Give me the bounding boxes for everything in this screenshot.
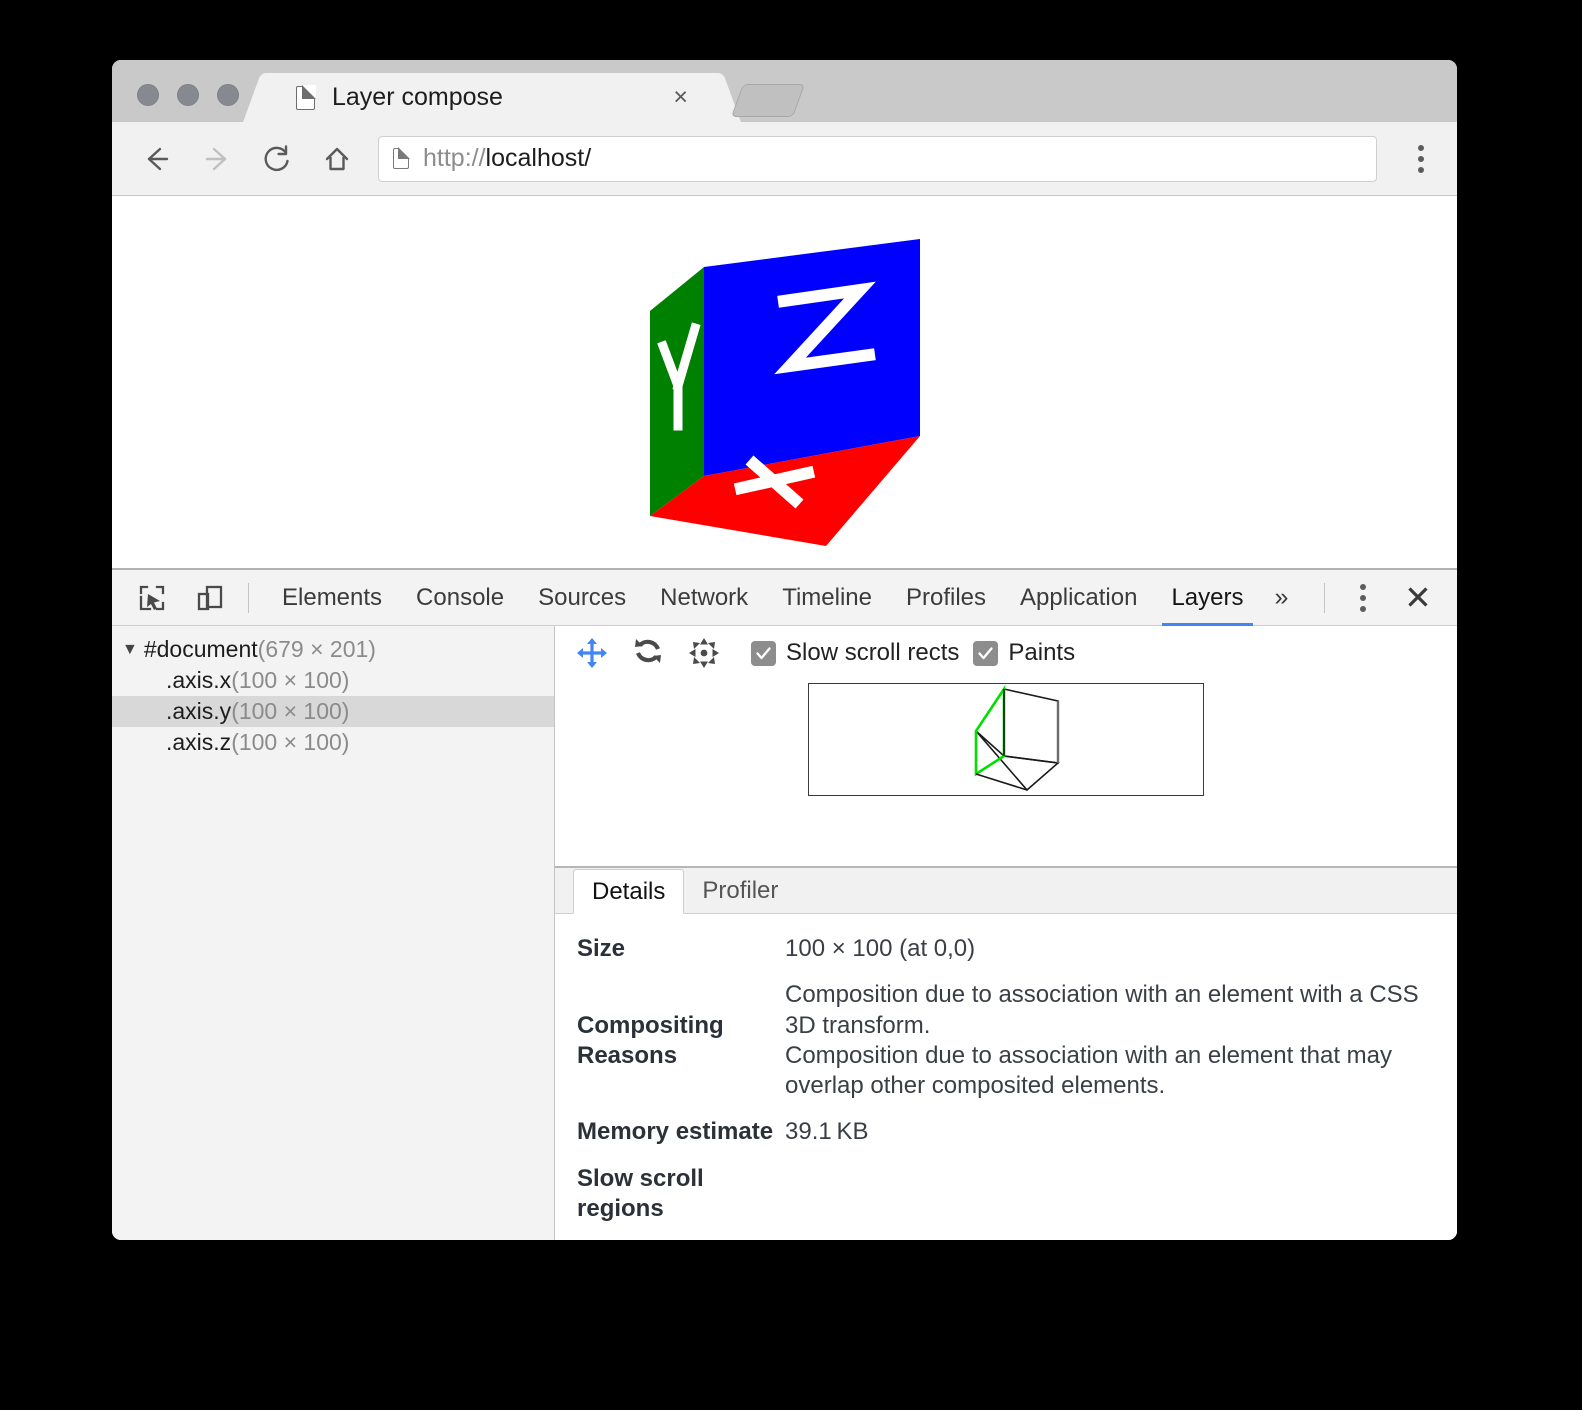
back-arrow-icon[interactable]: [134, 136, 180, 182]
page-icon: [296, 84, 316, 110]
inspect-element-icon[interactable]: [130, 576, 174, 620]
detail-key-size: Size: [577, 935, 626, 963]
close-window-button[interactable]: [137, 84, 159, 106]
url-text: http://localhost/: [423, 144, 591, 173]
layer-name: .axis.z: [166, 729, 232, 755]
layer-name: .axis.y: [166, 698, 232, 724]
layer-details: Size 100 × 100 (at 0,0) Compositing Reas…: [555, 914, 1457, 1240]
forward-arrow-icon[interactable]: [194, 136, 240, 182]
rotate-icon[interactable]: [625, 630, 671, 676]
more-tabs-icon[interactable]: »: [1261, 570, 1303, 626]
device-toolbar-icon[interactable]: [188, 576, 232, 620]
layer-wireframe-cube: [974, 684, 1060, 792]
close-devtools-icon[interactable]: ✕: [1391, 570, 1445, 626]
browser-window: Layer compose × http://localhost/ Elemen…: [112, 60, 1457, 1240]
detail-value-compositing-reasons: Composition due to association with an e…: [785, 980, 1457, 1117]
checkbox-label: Slow scroll rects: [786, 639, 960, 666]
layers-pane: Slow scroll rects Paints Details Profile…: [555, 626, 1457, 1240]
browser-toolbar: http://localhost/: [112, 122, 1457, 196]
tree-row-axis-x[interactable]: .axis.x (100 × 100): [112, 665, 554, 696]
layer-dimensions: (100 × 100): [231, 729, 350, 755]
detail-value-size: 100 × 100 (at 0,0): [785, 934, 1457, 980]
tab-network[interactable]: Network: [643, 570, 765, 626]
devtools-tabbar-right: ✕: [1308, 570, 1457, 626]
layer-dimensions: (100 × 100): [231, 667, 350, 693]
divider: [1324, 582, 1325, 613]
divider: [248, 582, 249, 613]
devtools-menu-icon[interactable]: [1341, 583, 1385, 612]
size-value: 100 × 100 (at 0,0): [785, 935, 976, 963]
paints-checkbox[interactable]: Paints: [973, 639, 1075, 667]
detail-value-memory-estimate: 39.1 KB: [785, 1118, 869, 1146]
tab-application[interactable]: Application: [1003, 570, 1154, 626]
layer-name: #document: [143, 636, 258, 662]
url-host: localhost/: [485, 144, 592, 172]
tab-title: Layer compose: [332, 83, 503, 111]
slow-scroll-rects-checkbox[interactable]: Slow scroll rects: [751, 639, 959, 667]
detail-key-slow-scroll-regions: Slow scroll regions: [577, 1164, 704, 1222]
detail-value-slow-scroll-regions: [785, 1164, 1457, 1240]
browser-menu-icon[interactable]: [1399, 144, 1443, 173]
detail-key-compositing-reasons: Compositing Reasons: [577, 1011, 724, 1069]
drawer-tabbar: Details Profiler: [555, 868, 1457, 915]
tab-profiles[interactable]: Profiles: [889, 570, 1003, 626]
layers-toolbar: Slow scroll rects Paints: [555, 626, 1457, 680]
tab-layers[interactable]: Layers: [1154, 570, 1260, 626]
dot: [1360, 583, 1366, 590]
browser-tab[interactable]: Layer compose ×: [272, 73, 712, 122]
detail-key-memory-estimate: Memory estimate: [577, 1118, 774, 1146]
new-tab-button[interactable]: [730, 84, 806, 117]
tab-strip: Layer compose ×: [112, 60, 1457, 122]
dot: [1418, 155, 1424, 162]
close-icon[interactable]: ×: [673, 85, 688, 110]
axis-cube: [650, 239, 920, 546]
layers-3d-canvas[interactable]: [555, 680, 1457, 867]
tab-timeline[interactable]: Timeline: [765, 570, 889, 626]
center-reset-icon[interactable]: [681, 630, 727, 676]
url-scheme: http://: [423, 144, 486, 172]
details-drawer: Details Profiler Size 100 × 100 (at 0,0)…: [555, 866, 1457, 1240]
devtools-body: ▼ #document (679 × 201) .axis.x (100 × 1…: [112, 626, 1457, 1240]
layer-dimensions: (679 × 201): [257, 636, 376, 662]
maximize-window-button[interactable]: [217, 84, 239, 106]
checkbox-label: Paints: [1008, 639, 1076, 666]
compositing-reasons-text: Composition due to association with an e…: [785, 981, 1419, 1100]
reload-icon[interactable]: [254, 136, 300, 182]
tab-profiler[interactable]: Profiler: [684, 868, 796, 913]
dot: [1418, 144, 1424, 151]
tab-elements[interactable]: Elements: [265, 570, 399, 626]
window-controls: [137, 84, 239, 106]
minimize-window-button[interactable]: [177, 84, 199, 106]
tree-row-axis-y[interactable]: .axis.y (100 × 100): [112, 696, 554, 727]
tab-sources[interactable]: Sources: [521, 570, 643, 626]
page-icon: [393, 147, 410, 169]
checkbox-icon[interactable]: [751, 640, 776, 666]
devtools-tabbar: Elements Console Sources Network Timelin…: [112, 570, 1457, 626]
dot: [1360, 605, 1366, 612]
dot: [1418, 166, 1424, 173]
address-bar[interactable]: http://localhost/: [378, 135, 1377, 182]
devtools-panel: Elements Console Sources Network Timelin…: [112, 568, 1457, 1240]
home-icon[interactable]: [314, 136, 360, 182]
tree-row-axis-z[interactable]: .axis.z (100 × 100): [112, 727, 554, 758]
chevron-down-icon[interactable]: ▼: [122, 641, 138, 659]
layer-tree: ▼ #document (679 × 201) .axis.x (100 × 1…: [112, 626, 555, 1240]
layer-preview-box[interactable]: [808, 683, 1204, 796]
pan-move-icon[interactable]: [569, 630, 615, 676]
page-viewport: [112, 196, 1457, 568]
tab-details[interactable]: Details: [573, 869, 685, 915]
dot: [1360, 594, 1366, 601]
layer-dimensions: (100 × 100): [231, 698, 350, 724]
tree-row-document[interactable]: ▼ #document (679 × 201): [112, 634, 554, 665]
tab-console[interactable]: Console: [399, 570, 521, 626]
checkbox-icon[interactable]: [973, 640, 999, 666]
layer-name: .axis.x: [166, 667, 232, 693]
